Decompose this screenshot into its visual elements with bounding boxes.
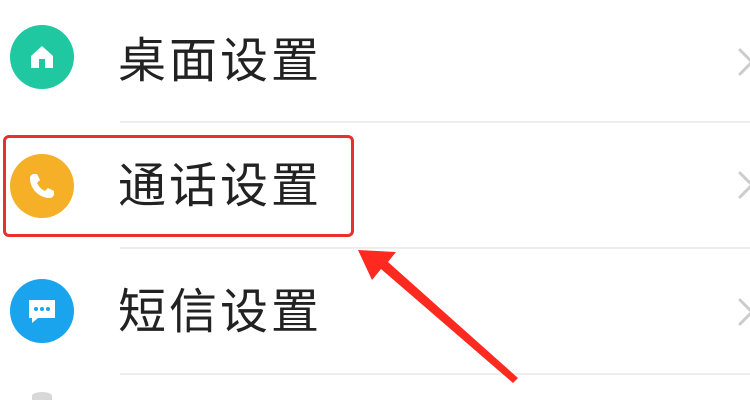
settings-screen: 桌面设置 通话设置 短信设置 (0, 0, 750, 400)
chevron-right-icon (738, 171, 750, 199)
settings-item-label: 短信设置 (118, 284, 323, 340)
chevron-right-icon (738, 48, 750, 76)
settings-item-label: 桌面设置 (118, 33, 323, 89)
annotation-arrow-icon (358, 250, 518, 383)
settings-item-desktop[interactable]: 桌面设置 (0, 0, 750, 122)
partial-icon (32, 392, 52, 400)
message-icon (10, 279, 74, 343)
highlight-box (3, 135, 354, 237)
divider (120, 121, 750, 123)
chevron-right-icon (738, 298, 750, 326)
home-icon (10, 25, 74, 89)
